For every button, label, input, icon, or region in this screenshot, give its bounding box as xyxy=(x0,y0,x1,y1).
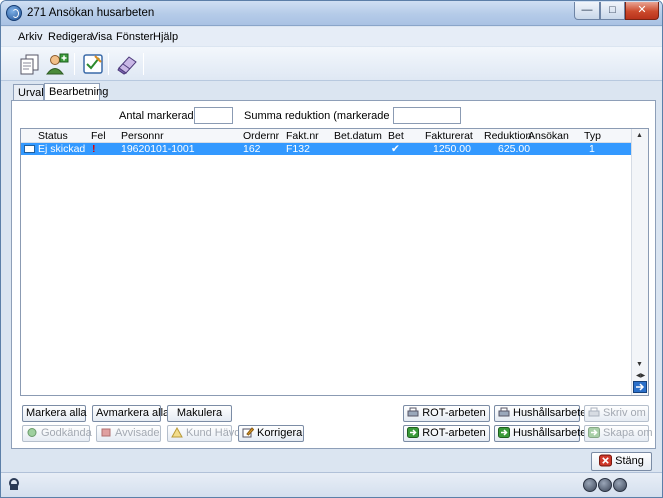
checkmark-icon: ✔ xyxy=(391,143,400,155)
avmarkera-alla-button[interactable]: Avmarkera alla xyxy=(92,405,169,422)
bearbetning-panel: Antal markerade: Summa reduktion (marker… xyxy=(11,100,656,449)
column-header-ordernr[interactable]: Ordernr xyxy=(243,130,279,142)
status-indicator-icon xyxy=(598,478,612,492)
tab-bearbetning[interactable]: Bearbetning xyxy=(44,83,108,100)
cell-fakturerat: 1250.00 xyxy=(433,143,471,155)
summa-reduktion-field[interactable] xyxy=(393,107,461,124)
hushall-arbeten-send-button[interactable]: Hushållsarbeten xyxy=(494,425,593,442)
godkanda-button[interactable]: Godkända xyxy=(22,425,92,442)
menu-redigera[interactable]: Redigera xyxy=(48,31,93,43)
tab-urval[interactable]: Urval xyxy=(13,84,44,100)
column-header-personnr[interactable]: Personnr xyxy=(121,130,164,142)
approved-icon xyxy=(27,428,37,437)
edit-icon xyxy=(242,427,254,438)
korrigera-label: Korrigera xyxy=(257,427,303,439)
window-title: 271 Ansökan husarbeten xyxy=(27,7,155,19)
rot-arbeten-skriv-button[interactable]: ROT-arbeten xyxy=(403,405,490,422)
documents-icon[interactable] xyxy=(18,52,42,76)
markera-alla-button[interactable]: Markera alla xyxy=(22,405,87,422)
skriv-om-label: Skriv om xyxy=(603,407,646,419)
korrigera-button[interactable]: Korrigera xyxy=(238,425,304,442)
eraser-icon[interactable] xyxy=(115,52,139,76)
ansokan-table[interactable]: Status Fel Personnr Ordernr Fakt.nr Bet.… xyxy=(20,128,649,396)
column-header-faktnr[interactable]: Fakt.nr xyxy=(286,130,319,142)
printer-icon xyxy=(588,407,600,417)
column-header-betdatum[interactable]: Bet.datum xyxy=(334,130,382,142)
arrow-right-icon xyxy=(588,427,600,438)
warning-icon xyxy=(171,427,183,438)
vertical-scrollbar[interactable]: ▲ ▼ ◀▶ xyxy=(631,129,648,395)
skapa-om-label: Skapa om xyxy=(603,427,653,439)
cell-personnr: 19620101-1001 xyxy=(121,143,195,155)
table-header: Status Fel Personnr Ordernr Fakt.nr Bet.… xyxy=(21,129,632,143)
cell-status: Ej skickad xyxy=(38,143,86,155)
arrow-right-icon xyxy=(498,427,510,438)
error-icon: ! xyxy=(92,143,96,155)
cell-ordernr: 162 xyxy=(243,143,261,155)
kund-havd-button[interactable]: Kund Hävd xyxy=(167,425,240,442)
title-bar: 271 Ansökan husarbeten — □ ✕ xyxy=(1,1,662,26)
cell-typ: 1 xyxy=(589,143,595,155)
antal-markerade-label: Antal markerade: xyxy=(119,110,203,122)
checklist-icon[interactable] xyxy=(81,52,105,76)
minimize-button[interactable]: — xyxy=(574,2,600,20)
avvisade-button[interactable]: Avvisade xyxy=(96,425,161,442)
toolbar xyxy=(1,47,662,81)
hushall-arbeten-skriv-button[interactable]: Hushållsarbeten xyxy=(494,405,593,422)
status-indicator-icon xyxy=(613,478,627,492)
row-checkbox[interactable] xyxy=(24,145,35,153)
main-window: 271 Ansökan husarbeten — □ ✕ Arkiv Redig… xyxy=(0,0,663,498)
arrow-right-icon xyxy=(407,427,420,438)
cell-faktnr: F132 xyxy=(286,143,310,155)
menu-arkiv[interactable]: Arkiv xyxy=(18,31,42,43)
kund-havd-label: Kund Hävd xyxy=(186,427,241,439)
close-icon xyxy=(599,454,613,467)
close-button[interactable]: ✕ xyxy=(625,2,659,20)
hushall-arbeten-label: Hushållsarbeten xyxy=(513,427,593,439)
column-header-fakturerat[interactable]: Fakturerat xyxy=(425,130,473,142)
column-header-bet[interactable]: Bet xyxy=(388,130,404,142)
toolbar-separator xyxy=(108,53,109,75)
godkanda-label: Godkända xyxy=(41,427,92,439)
printer-icon xyxy=(407,407,419,417)
stang-label: Stäng xyxy=(615,455,644,467)
toolbar-separator xyxy=(74,53,75,75)
rejected-icon xyxy=(101,428,111,437)
column-header-reduktion[interactable]: Reduktion xyxy=(484,130,531,142)
menu-bar: Arkiv Redigera Visa Fönster Hjälp xyxy=(1,27,662,46)
column-header-fel[interactable]: Fel xyxy=(91,130,106,142)
stang-button[interactable]: Stäng xyxy=(591,452,652,471)
scroll-up-icon[interactable]: ▲ xyxy=(636,132,643,139)
makulera-button[interactable]: Makulera xyxy=(167,405,232,422)
toolbar-separator xyxy=(143,53,144,75)
scroll-down-icon[interactable]: ▼ xyxy=(636,361,643,368)
hushall-arbeten-label: Hushållsarbeten xyxy=(513,407,593,419)
skapa-om-button[interactable]: Skapa om xyxy=(584,425,653,442)
menu-hjalp[interactable]: Hjälp xyxy=(153,31,178,43)
app-logo-icon xyxy=(6,5,22,21)
maximize-button[interactable]: □ xyxy=(600,2,625,20)
menu-fonster[interactable]: Fönster xyxy=(116,31,153,43)
rot-arbeten-label: ROT-arbeten xyxy=(422,427,486,439)
lock-icon xyxy=(7,477,21,491)
printer-icon xyxy=(498,407,510,417)
expand-panel-icon[interactable] xyxy=(633,381,647,393)
column-header-status[interactable]: Status xyxy=(38,130,68,142)
table-row[interactable]: Ej skickad ! 19620101-1001 162 F132 ✔ 12… xyxy=(21,143,632,155)
column-header-ansokan[interactable]: Ansökan xyxy=(528,130,569,142)
status-indicator-icon xyxy=(583,478,597,492)
avvisade-label: Avvisade xyxy=(115,427,160,439)
status-bar xyxy=(1,472,662,497)
column-header-typ[interactable]: Typ xyxy=(584,130,601,142)
rot-arbeten-send-button[interactable]: ROT-arbeten xyxy=(403,425,490,442)
cell-reduktion: 625.00 xyxy=(498,143,531,155)
antal-markerade-field[interactable] xyxy=(194,107,233,124)
menu-visa[interactable]: Visa xyxy=(91,31,112,43)
rot-arbeten-label: ROT-arbeten xyxy=(422,407,486,419)
add-user-icon[interactable] xyxy=(45,52,69,76)
skriv-om-button[interactable]: Skriv om xyxy=(584,405,649,422)
scroll-left-right-icon[interactable]: ◀▶ xyxy=(636,372,645,379)
